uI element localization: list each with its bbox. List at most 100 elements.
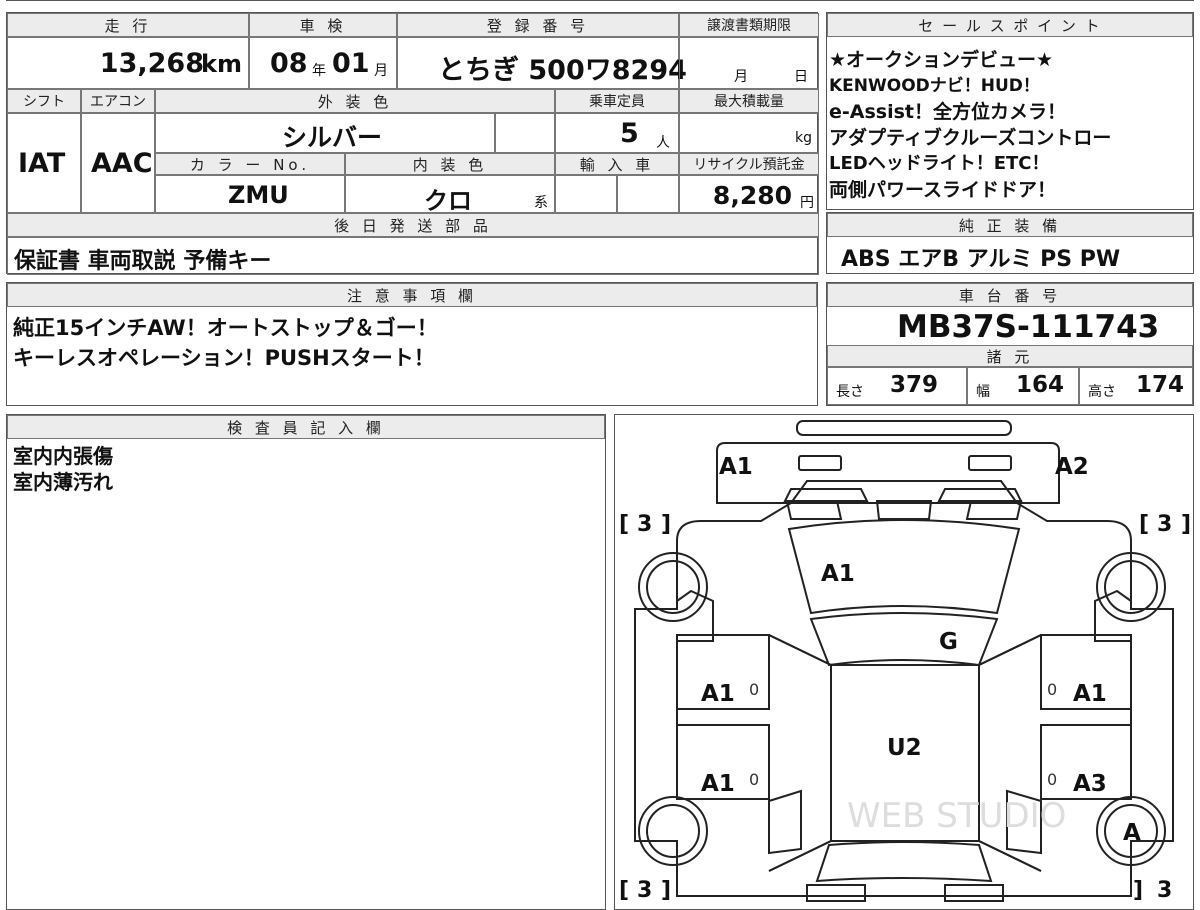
spec-height-cell: 高さ 174 — [1079, 367, 1193, 405]
chassis-number: MB37S-111743 — [897, 309, 1160, 345]
sales-point-line: e-Assist！全方位カメラ！ — [829, 101, 1066, 123]
car-diagram: WEB STUDIO [ 3 ] [ 3 ] [ 3 ] ] 3 0 0 0 0… — [619, 420, 1191, 903]
deadline-month-unit: 月 — [734, 69, 748, 85]
recycle-header: リサイクル預託金 — [679, 153, 819, 175]
mileage-value: 13,268 — [99, 48, 204, 79]
specs-header: 諸 元 — [827, 345, 1193, 367]
sales-point-line: KENWOODナビ！HUD！ — [829, 76, 1040, 96]
sales-points-box: セ ー ル ス ポ イ ン ト ★オークションデビュー★ KENWOODナビ！H… — [826, 12, 1194, 210]
svg-text:]: ] — [661, 878, 671, 903]
inspector-lines: 室内内張傷 室内薄汚れ — [13, 443, 113, 495]
capacity-cell: 5 人 — [555, 113, 679, 153]
spec-width-label: 幅 — [976, 384, 990, 400]
aircon-header: エアコン — [81, 89, 155, 113]
damage-roof: U2 — [887, 735, 922, 761]
interior-color-suffix: 系 — [534, 195, 548, 211]
svg-text:[: [ — [619, 512, 629, 537]
sales-points-list: ★オークションデビュー★ KENWOODナビ！HUD！ e-Assist！全方位… — [829, 47, 1191, 203]
shift-value: IAT — [18, 148, 66, 179]
registration-cell: とちぎ 500ワ8294 — [397, 37, 687, 89]
import-header: 輸 入 車 — [555, 153, 679, 175]
spec-width-value: 164 — [1016, 372, 1065, 398]
tire-tread-front-left: 3 — [637, 512, 652, 537]
interior-color-value: クロ — [424, 187, 472, 215]
inspection-cell: 08 年 01 月 — [249, 37, 397, 89]
registration-value: とちぎ 500ワ8294 — [438, 55, 687, 86]
damage-diagram-box: WEB STUDIO [ 3 ] [ 3 ] [ 3 ] ] 3 0 0 0 0… — [614, 414, 1194, 910]
inspection-month-unit: 月 — [374, 63, 388, 79]
note-line: キーレスオペレーション！PUSHスタート！ — [13, 346, 435, 370]
exterior-color-extra-cell — [495, 113, 555, 153]
aircon-value: AAC — [91, 148, 153, 179]
damage-rear-right-door: A3 — [1073, 771, 1107, 797]
inspection-month: 01 — [332, 48, 370, 79]
spec-length-cell: 長さ 379 — [827, 367, 967, 405]
capacity-unit: 人 — [656, 135, 670, 151]
damage-windshield: G — [939, 629, 958, 655]
sales-points-header: セ ー ル ス ポ イ ン ト — [827, 13, 1193, 37]
shift-header: シフト — [7, 89, 81, 113]
damage-mirror-right: A2 — [1055, 454, 1089, 480]
damage-rear-right-wheel: A — [1123, 820, 1141, 846]
transfer-deadline-cell: 月 日 — [679, 37, 819, 89]
sales-point-line: LEDヘッドライト！ETC！ — [829, 153, 1050, 174]
inspector-box: 検 査 員 記 入 欄 室内内張傷 室内薄汚れ — [6, 414, 606, 910]
capacity-value: 5 — [620, 118, 639, 149]
pillar-mark: 0 — [1047, 770, 1057, 789]
registration-header: 登 録 番 号 — [397, 13, 679, 37]
svg-text:[: [ — [1139, 512, 1149, 537]
later-parts-value: 保証書 車両取説 予備キー — [14, 249, 272, 274]
notes-header: 注 意 事 項 欄 — [7, 283, 817, 307]
interior-color-header: 内 装 色 — [345, 153, 555, 175]
notes-lines: 純正15インチAW！オートストップ＆ゴー！ キーレスオペレーション！PUSHスタ… — [13, 313, 438, 373]
exterior-color-value: シルバー — [282, 123, 383, 152]
svg-text:[: [ — [619, 878, 629, 903]
color-no-cell: ZMU — [155, 175, 345, 213]
import-cell-b — [617, 175, 679, 213]
tire-tread-rear-left: 3 — [637, 878, 652, 903]
svg-text:]: ] — [1181, 512, 1191, 537]
exterior-color-header: 外 装 色 — [155, 89, 555, 113]
max-load-cell: kg — [679, 113, 819, 153]
spec-length-value: 379 — [890, 372, 939, 398]
transfer-deadline-header: 譲渡書類期限 — [679, 13, 819, 37]
damage-hood: A1 — [821, 561, 855, 587]
top-cut-strip — [6, 0, 1194, 6]
deadline-day-unit: 日 — [794, 69, 808, 85]
pillar-mark: 0 — [749, 680, 759, 699]
tire-tread-rear-right: 3 — [1157, 878, 1172, 903]
pillar-mark: 0 — [1047, 680, 1057, 699]
exterior-color-cell: シルバー — [155, 113, 495, 153]
later-parts-header: 後 日 発 送 部 品 — [7, 213, 819, 237]
color-no-header: カ ラ ー No. — [155, 153, 345, 175]
aircon-cell: AAC — [81, 113, 155, 213]
svg-text:]: ] — [1133, 878, 1143, 903]
recycle-cell: 8,280 円 — [679, 175, 819, 213]
inspection-header: 車 検 — [249, 13, 397, 37]
inspector-header: 検 査 員 記 入 欄 — [7, 415, 605, 439]
inspector-line: 室内内張傷 — [13, 444, 113, 468]
diagram-watermark: WEB STUDIO — [847, 796, 1066, 836]
damage-rear-left-door: A1 — [701, 771, 735, 797]
spec-height-label: 高さ — [1088, 384, 1116, 400]
max-load-header: 最大積載量 — [679, 89, 819, 113]
mileage-header: 走 行 — [7, 13, 249, 37]
later-parts-cell: 保証書 車両取説 予備キー — [7, 237, 819, 275]
recycle-fee-value: 8,280 — [712, 181, 792, 210]
chassis-header: 車 台 番 号 — [827, 283, 1193, 307]
spec-height-value: 174 — [1136, 372, 1185, 398]
damage-front-left-door: A1 — [701, 681, 735, 707]
capacity-header: 乗車定員 — [555, 89, 679, 113]
interior-color-cell: クロ 系 — [345, 175, 555, 215]
inspection-year-unit: 年 — [312, 63, 326, 79]
pillar-mark: 0 — [749, 770, 759, 789]
recycle-fee-unit: 円 — [800, 195, 814, 211]
mileage-unit: km — [201, 50, 242, 78]
inspection-year: 08 — [270, 48, 308, 79]
import-cell-a — [555, 175, 617, 213]
inspector-line: 室内薄汚れ — [13, 470, 113, 494]
damage-mirror-left: A1 — [719, 454, 753, 480]
vehicle-info-table: 走 行 車 検 登 録 番 号 譲渡書類期限 13,268 km 08 年 01… — [6, 12, 819, 275]
sales-point-line: 両側パワースライドドア！ — [829, 179, 1057, 201]
max-load-unit: kg — [795, 130, 812, 146]
